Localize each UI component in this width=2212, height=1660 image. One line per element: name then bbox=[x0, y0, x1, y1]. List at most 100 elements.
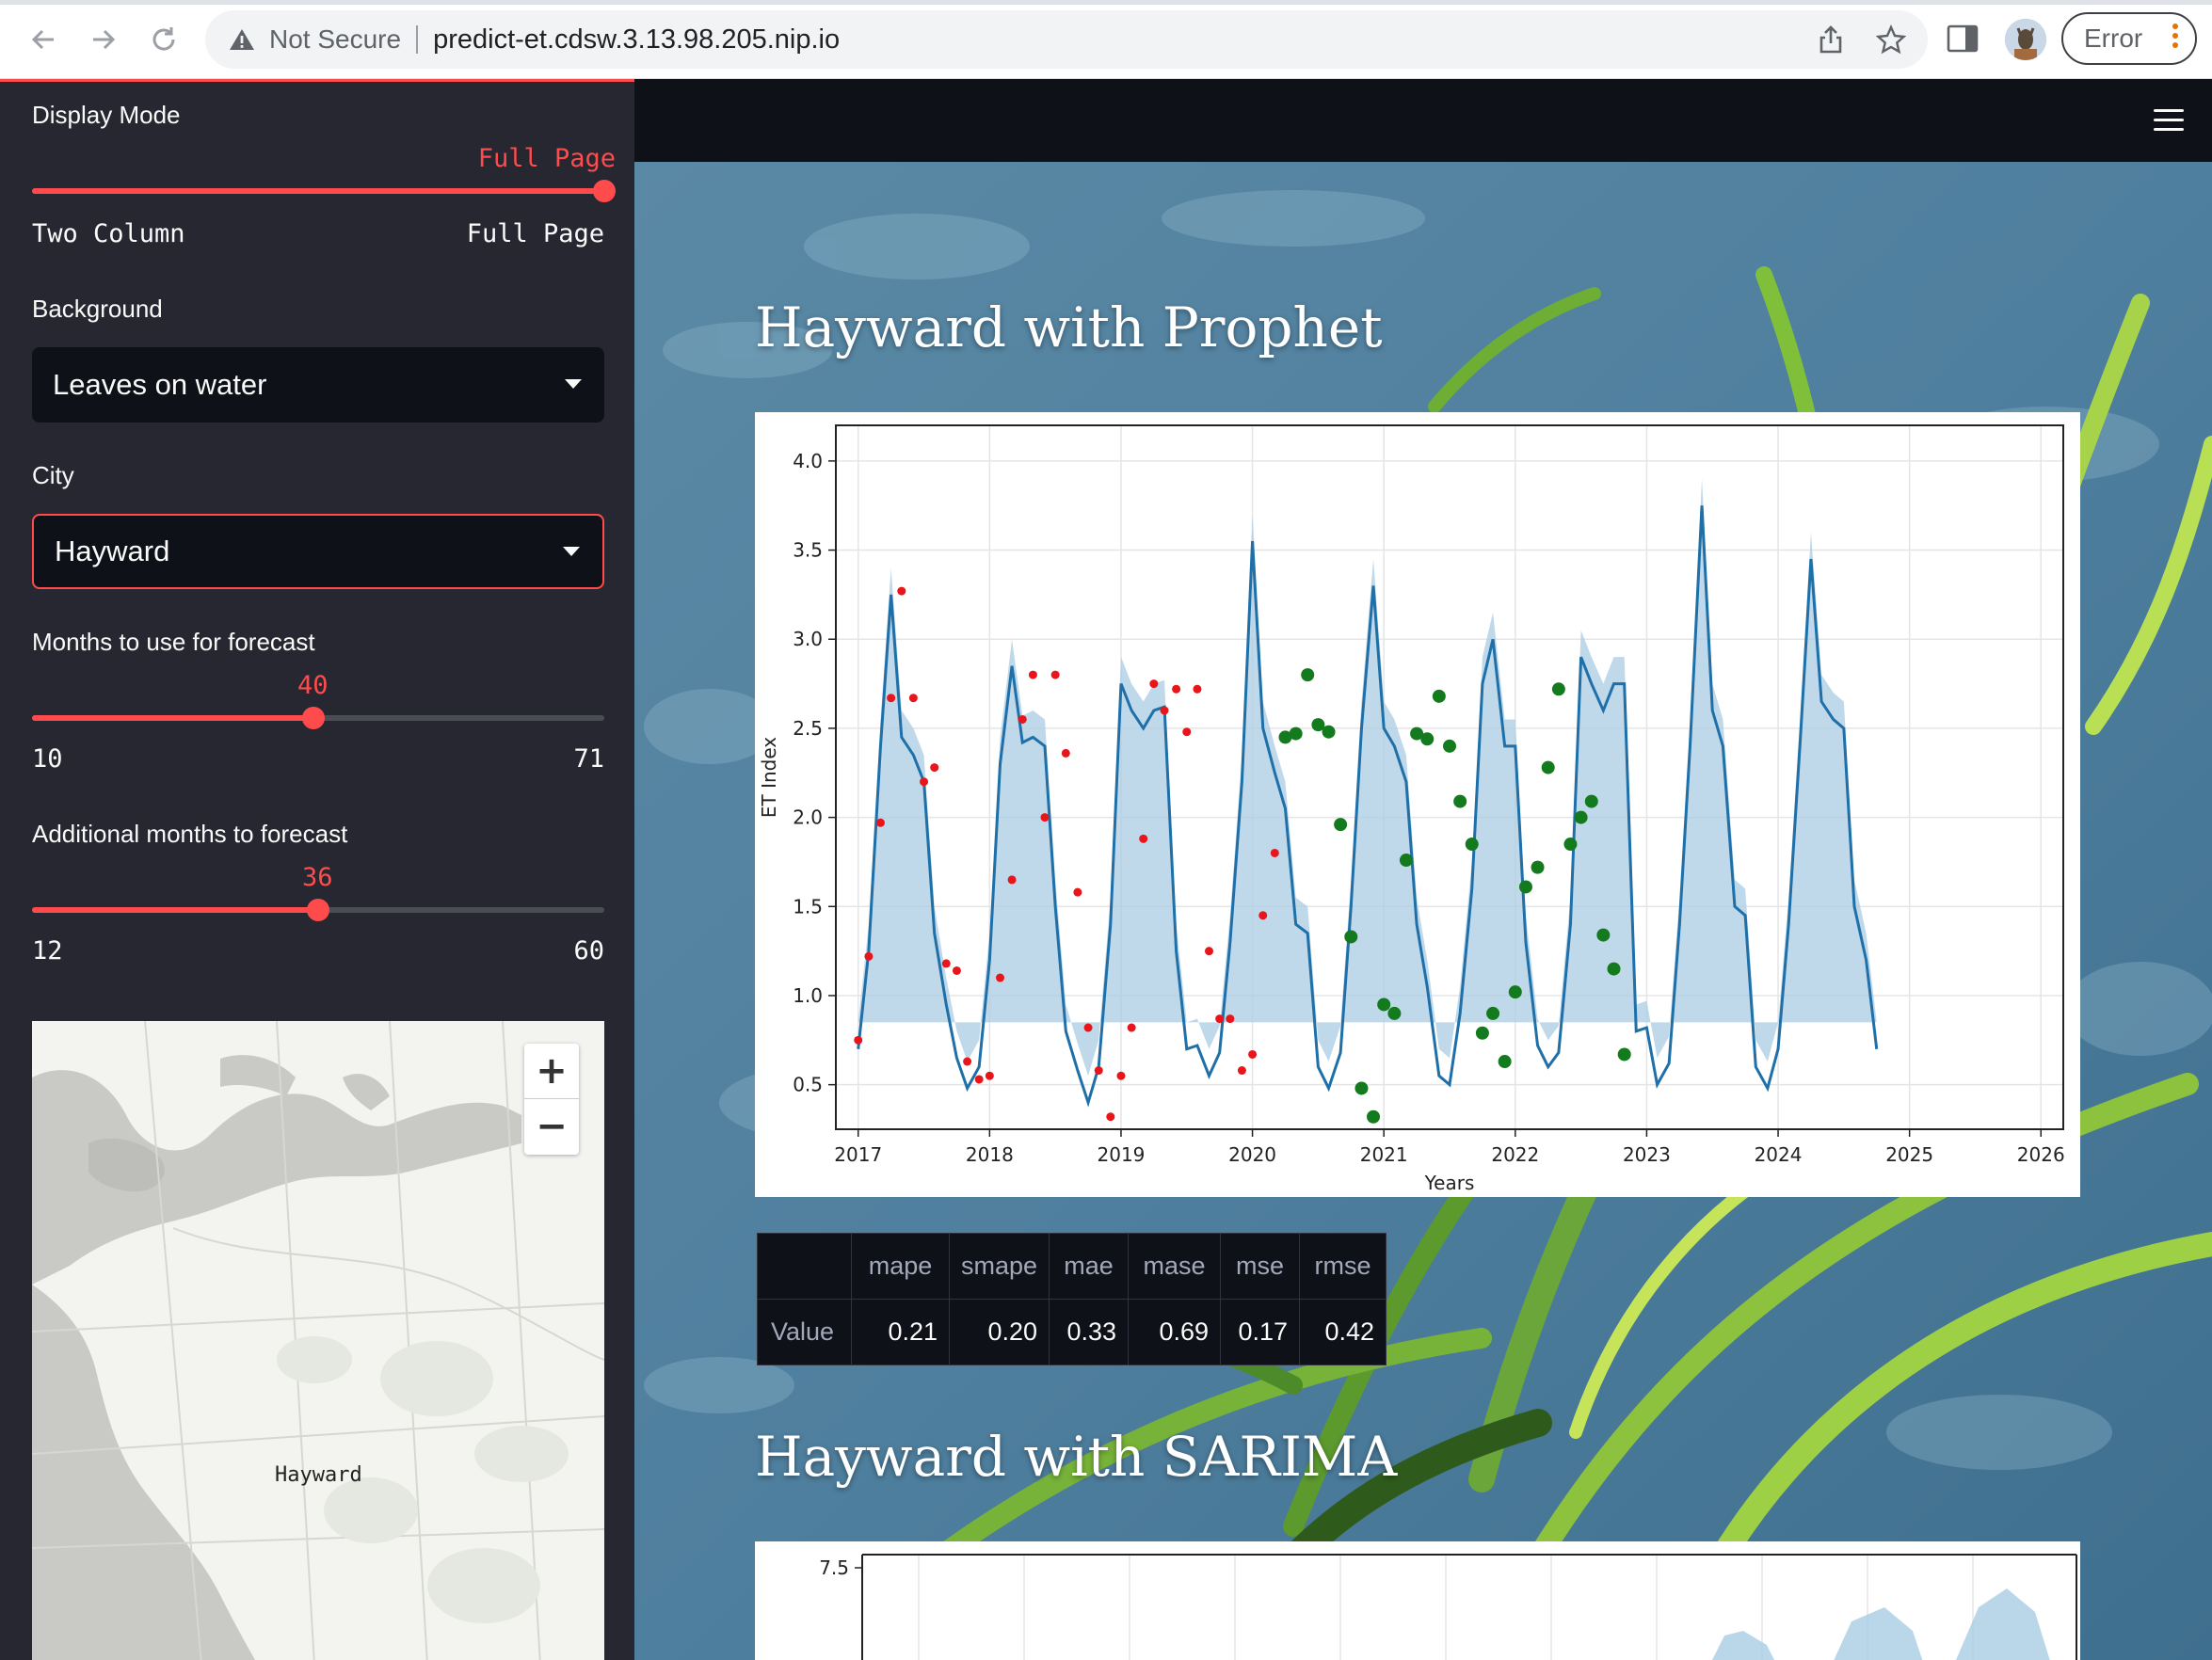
main-area: Hayward with Prophet 2017 2018 2019 2020 202… bbox=[634, 79, 2212, 1660]
training-point bbox=[1061, 748, 1070, 758]
display-mode-option-two-column: Two Column bbox=[32, 219, 185, 248]
test-point bbox=[1453, 794, 1467, 808]
map-zoom-controls: + − bbox=[524, 1044, 579, 1155]
address-bar[interactable]: Not Secure predict-et.cdsw.3.13.98.205.n… bbox=[205, 10, 1928, 69]
x-tick-label: 2026 bbox=[2017, 1143, 2065, 1166]
training-point bbox=[1182, 727, 1192, 737]
training-point bbox=[963, 1057, 972, 1066]
y-tick-label: 4.0 bbox=[793, 450, 823, 472]
y-tick-label: 1.5 bbox=[793, 895, 823, 918]
hamburger-menu-icon[interactable] bbox=[2154, 109, 2184, 132]
metric-value: 0.20 bbox=[948, 1299, 1050, 1365]
slider-thumb[interactable] bbox=[593, 180, 616, 202]
chevron-down-icon[interactable] bbox=[565, 379, 582, 389]
x-tick-label: 2021 bbox=[1360, 1143, 1408, 1166]
sarima-chart: 7.5 bbox=[755, 1541, 2080, 1660]
reload-icon[interactable] bbox=[141, 17, 186, 62]
training-point bbox=[985, 1071, 994, 1080]
zoom-out-button[interactable]: − bbox=[524, 1098, 579, 1153]
training-point bbox=[1028, 670, 1037, 679]
months-forecast-slider[interactable] bbox=[32, 707, 604, 729]
training-point bbox=[1226, 1014, 1235, 1024]
training-point bbox=[941, 959, 951, 968]
slider-fill bbox=[32, 715, 314, 721]
test-point bbox=[1563, 838, 1578, 852]
metrics-value-row: Value 0.21 0.20 0.33 0.69 0.17 0.42 bbox=[757, 1299, 1387, 1365]
metric-value: 0.33 bbox=[1049, 1299, 1130, 1365]
training-point bbox=[1106, 1112, 1115, 1122]
x-tick-label: 2018 bbox=[966, 1143, 1014, 1166]
prophet-title: Hayward with Prophet bbox=[755, 295, 1383, 359]
test-point bbox=[1322, 725, 1336, 739]
additional-months-value: 36 bbox=[302, 863, 333, 892]
test-point bbox=[1301, 668, 1315, 682]
training-point bbox=[1237, 1066, 1246, 1076]
display-mode-label: Display Mode bbox=[32, 101, 181, 129]
test-point bbox=[1387, 1006, 1402, 1020]
slider-thumb[interactable] bbox=[302, 707, 326, 729]
profile-error-button[interactable]: Error bbox=[2061, 12, 2197, 65]
back-icon[interactable] bbox=[21, 17, 66, 62]
metrics-table: mape smape mae mase mse rmse Value 0.21 … bbox=[757, 1233, 1387, 1365]
display-mode-slider[interactable] bbox=[32, 180, 616, 202]
test-point bbox=[1354, 1081, 1369, 1095]
security-label[interactable]: Not Secure bbox=[269, 24, 401, 55]
city-select[interactable]: Hayward bbox=[32, 514, 604, 589]
x-axis-label: Years bbox=[1424, 1172, 1475, 1194]
slider-fill bbox=[32, 907, 318, 913]
error-label: Error bbox=[2084, 24, 2143, 53]
test-point bbox=[1617, 1047, 1631, 1061]
background-selected-value: Leaves on water bbox=[53, 368, 267, 401]
y-tick-label: 1.0 bbox=[793, 984, 823, 1007]
training-point bbox=[1050, 670, 1060, 679]
additional-months-slider[interactable] bbox=[32, 899, 604, 921]
test-point bbox=[1574, 810, 1588, 824]
metric-header: smape bbox=[948, 1233, 1050, 1300]
slider-thumb[interactable] bbox=[307, 899, 329, 921]
sarima-title: Hayward with SARIMA bbox=[755, 1425, 1398, 1489]
training-point bbox=[952, 966, 961, 975]
x-tick-label: 2017 bbox=[834, 1143, 882, 1166]
kebab-menu-icon[interactable] bbox=[2172, 24, 2180, 56]
slider-fill bbox=[32, 188, 604, 194]
months-forecast-min: 10 bbox=[32, 744, 63, 774]
bookmark-star-icon[interactable] bbox=[1873, 22, 1909, 57]
test-point bbox=[1607, 962, 1621, 976]
test-point bbox=[1475, 1026, 1489, 1040]
divider bbox=[416, 25, 419, 54]
zoom-in-button[interactable]: + bbox=[524, 1044, 579, 1098]
metric-header: mse bbox=[1220, 1233, 1301, 1300]
forward-icon[interactable] bbox=[81, 17, 126, 62]
url-text[interactable]: predict-et.cdsw.3.13.98.205.nip.io bbox=[433, 24, 840, 56]
warning-icon[interactable] bbox=[228, 25, 256, 54]
chevron-down-icon[interactable] bbox=[563, 547, 580, 556]
x-tick-label: 2024 bbox=[1755, 1143, 1803, 1166]
city-label: City bbox=[32, 461, 74, 489]
x-tick-label: 2025 bbox=[1885, 1143, 1933, 1166]
months-forecast-max: 71 bbox=[573, 744, 604, 774]
browser-toolbar: Not Secure predict-et.cdsw.3.13.98.205.n… bbox=[0, 0, 2212, 79]
side-panel-icon[interactable] bbox=[1947, 24, 1979, 53]
background-select[interactable]: Leaves on water bbox=[32, 347, 604, 423]
metric-value: 0.17 bbox=[1220, 1299, 1301, 1365]
map-place-label: Hayward bbox=[275, 1463, 362, 1487]
x-tick-label: 2019 bbox=[1098, 1143, 1146, 1166]
y-tick-label: 2.5 bbox=[793, 717, 823, 740]
test-point bbox=[1596, 928, 1611, 942]
y-axis-label: ET Index bbox=[758, 737, 780, 818]
app-header bbox=[634, 79, 2212, 162]
test-point bbox=[1344, 930, 1358, 944]
months-forecast-label: Months to use for forecast bbox=[32, 628, 315, 656]
training-point bbox=[897, 586, 906, 596]
training-point bbox=[1139, 834, 1148, 843]
metric-header: mae bbox=[1049, 1233, 1130, 1300]
training-point bbox=[854, 1035, 863, 1045]
training-point bbox=[1040, 813, 1050, 822]
training-point bbox=[996, 973, 1005, 982]
share-icon[interactable] bbox=[1813, 22, 1849, 57]
training-point bbox=[1205, 947, 1214, 956]
training-point bbox=[1258, 911, 1268, 920]
sarima-chart-svg: 7.5 bbox=[819, 1554, 2077, 1660]
location-map[interactable]: + − Hayward bbox=[32, 1021, 604, 1660]
profile-avatar[interactable] bbox=[2005, 19, 2046, 60]
